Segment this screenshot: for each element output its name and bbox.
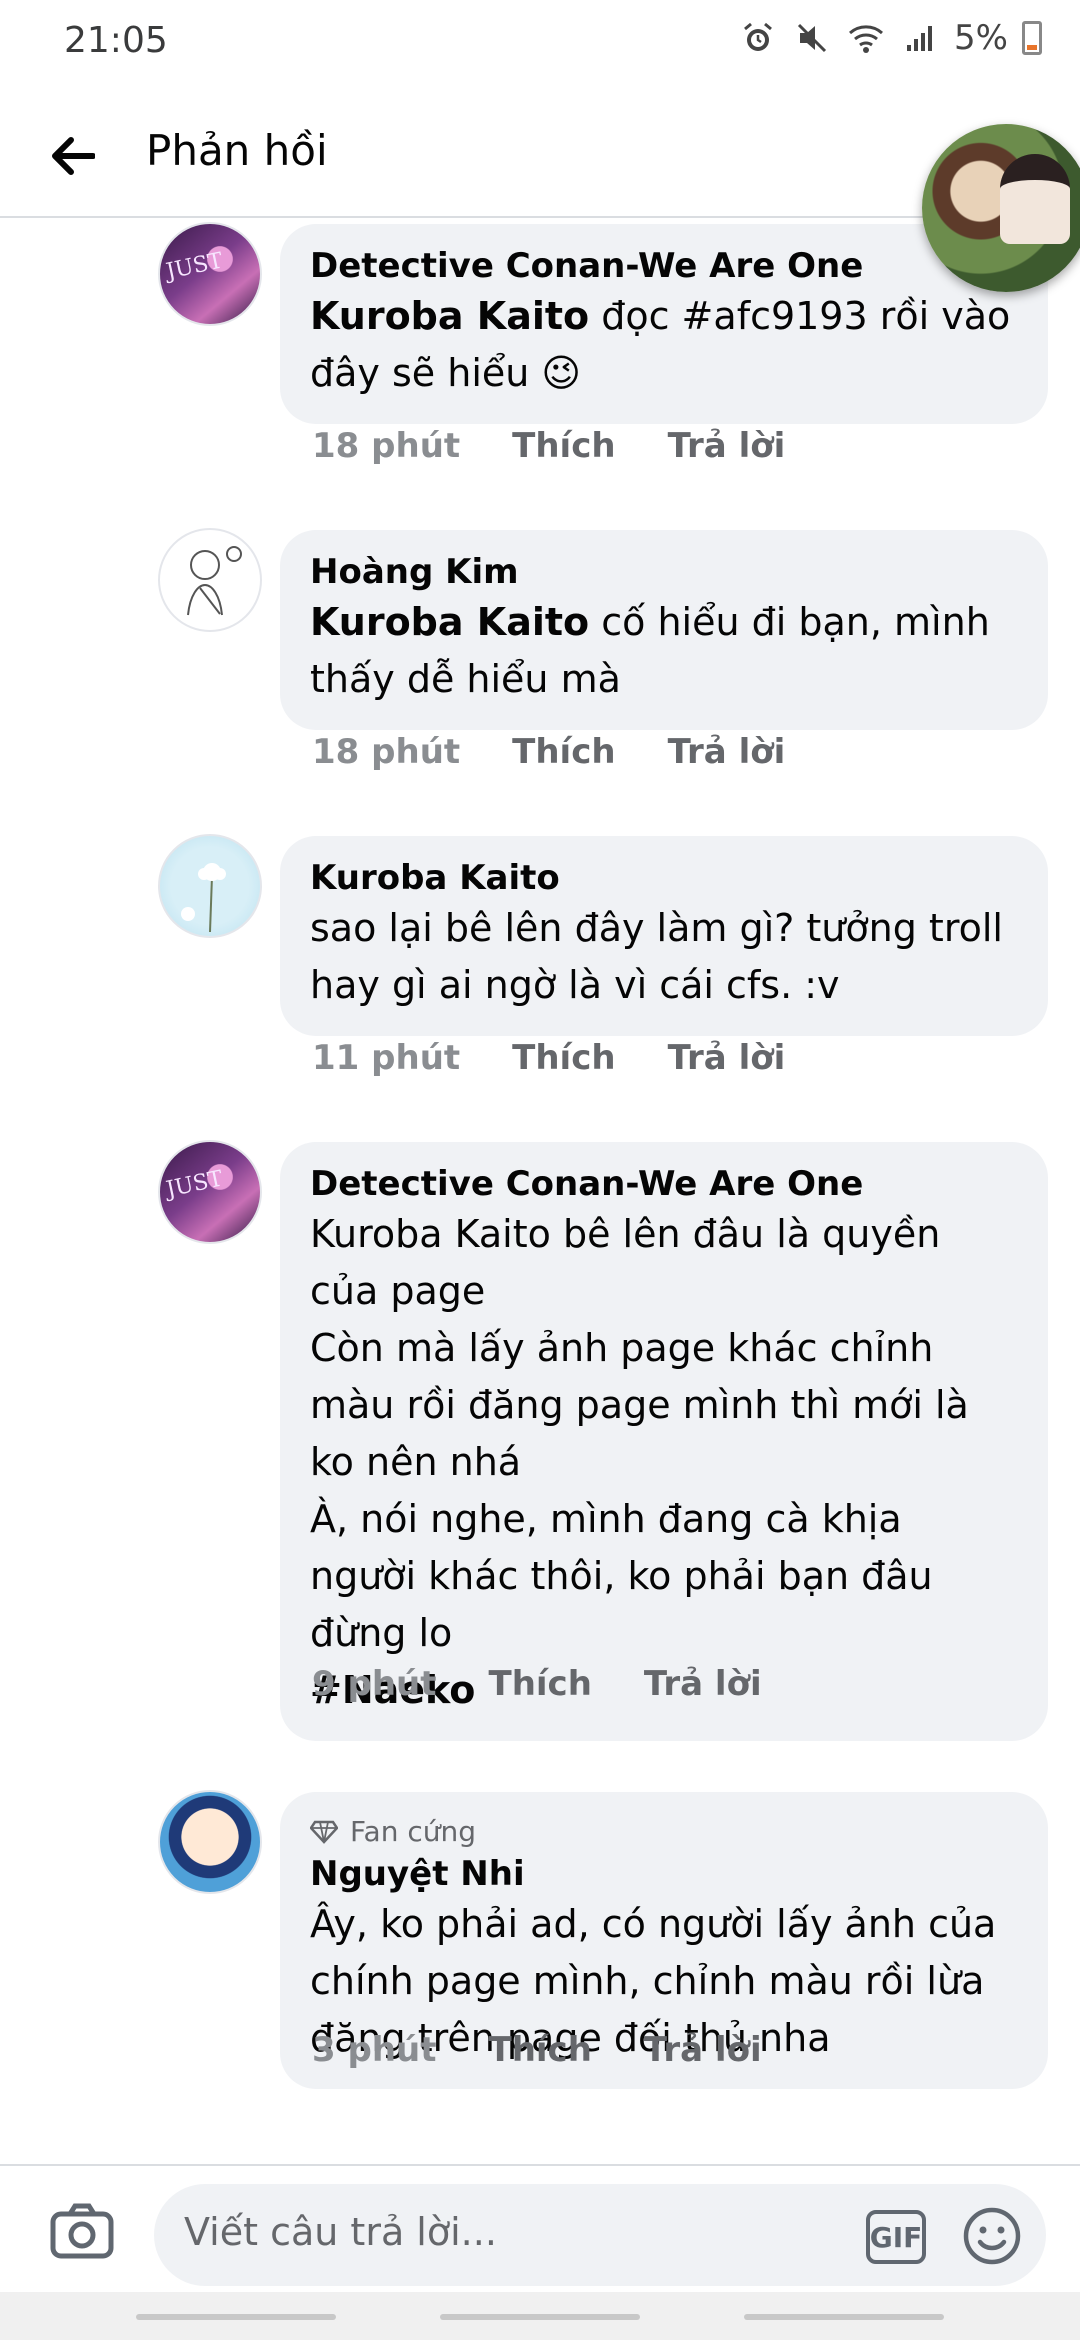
comment-text: sao lại bê lên đây làm gì? tưởng troll h…	[310, 906, 1003, 1007]
avatar-lettering: JUST	[164, 1166, 226, 1203]
comment-bubble[interactable]: Detective Conan-We Are One Kuroba Kaito …	[280, 224, 1048, 424]
like-button[interactable]: Thích	[512, 1038, 615, 1078]
avatar[interactable]	[158, 1790, 262, 1894]
comment-meta: 3 phút Thích Trả lời	[312, 2030, 762, 2070]
comment-time: 18 phút	[312, 426, 461, 466]
like-button[interactable]: Thích	[489, 1664, 592, 1704]
avatar[interactable]: JUST	[158, 222, 262, 326]
camera-icon	[50, 2203, 114, 2259]
emoji-button[interactable]	[962, 2206, 1022, 2266]
avatar[interactable]	[158, 528, 262, 632]
reply-composer: Viết câu trả lời... GIF	[0, 2164, 1080, 2292]
reply-input-placeholder: Viết câu trả lời...	[184, 2210, 497, 2254]
alarm-icon	[738, 18, 778, 58]
reply-button[interactable]: Trả lời	[668, 426, 786, 466]
comment-time: 18 phút	[312, 732, 461, 772]
back-button[interactable]	[40, 124, 104, 188]
nav-home-button[interactable]	[440, 2314, 640, 2320]
comment-meta: 11 phút Thích Trả lời	[312, 1038, 785, 1078]
comment-time: 9 phút	[312, 1664, 437, 1704]
like-button[interactable]: Thích	[512, 426, 615, 466]
signal-icon	[900, 18, 940, 58]
comment-bubble[interactable]: Detective Conan-We Are One Kuroba Kaito …	[280, 1142, 1048, 1741]
system-nav-bar	[0, 2292, 1080, 2340]
avatar[interactable]	[158, 834, 262, 938]
status-icons: 5%	[738, 18, 1042, 58]
reply-button[interactable]: Trả lời	[644, 2030, 762, 2070]
reply-button[interactable]: Trả lời	[644, 1664, 762, 1704]
comment-mention[interactable]: Kuroba Kaito	[310, 294, 589, 338]
reply-input[interactable]: Viết câu trả lời... GIF	[154, 2184, 1046, 2286]
comment-bubble[interactable]: Hoàng Kim Kuroba Kaito cố hiểu đi bạn, m…	[280, 530, 1048, 730]
comment-list[interactable]: JUST Detective Conan-We Are One Kuroba K…	[0, 218, 1080, 2158]
fan-badge: Fan cứng	[310, 1812, 1018, 1852]
comment-meta: 9 phút Thích Trả lời	[312, 1664, 762, 1704]
smiley-icon	[963, 2207, 1021, 2265]
reply-button[interactable]: Trả lời	[668, 732, 786, 772]
comment-author[interactable]: Detective Conan-We Are One	[310, 1162, 1018, 1206]
gif-button[interactable]: GIF	[866, 2210, 926, 2264]
page-title: Phản hồi	[146, 126, 328, 175]
fan-badge-label: Fan cứng	[350, 1815, 476, 1848]
drawing-avatar-icon	[187, 546, 242, 616]
comment-mention[interactable]: Kuroba Kaito	[310, 600, 589, 644]
wifi-icon	[846, 18, 886, 58]
status-bar: 21:05 5%	[0, 0, 1080, 86]
comment-author[interactable]: Hoàng Kim	[310, 550, 1018, 594]
flower-avatar-icon	[181, 863, 226, 933]
battery-icon	[1022, 21, 1042, 55]
avatar-lettering: JUST	[164, 248, 226, 285]
like-button[interactable]: Thích	[489, 2030, 592, 2070]
nav-recents-button[interactable]	[136, 2314, 336, 2320]
comment-text: Kuroba Kaito đọc #afc9193 rồi vào đây sẽ…	[310, 288, 1018, 402]
mute-icon	[792, 18, 832, 58]
comment-author[interactable]: Detective Conan-We Are One	[310, 244, 1018, 288]
header: Phản hồi	[0, 86, 1080, 292]
comment-meta: 18 phút Thích Trả lời	[312, 732, 785, 772]
comment-time: 11 phút	[312, 1038, 461, 1078]
comment-text: Kuroba Kaito bê lên đâu là quyền của pag…	[310, 1212, 969, 1655]
avatar[interactable]: JUST	[158, 1140, 262, 1244]
comment-text: Kuroba Kaito cố hiểu đi bạn, mình thấy d…	[310, 594, 1018, 708]
like-button[interactable]: Thích	[512, 732, 615, 772]
camera-button[interactable]	[50, 2202, 114, 2260]
arrow-left-icon	[52, 137, 95, 175]
status-time: 21:05	[64, 20, 168, 61]
reply-button[interactable]: Trả lời	[668, 1038, 786, 1078]
comment-author[interactable]: Nguyệt Nhi	[310, 1852, 1018, 1896]
comment-meta: 18 phút Thích Trả lời	[312, 426, 785, 466]
comment-bubble[interactable]: Kuroba Kaito sao lại bê lên đây làm gì? …	[280, 836, 1048, 1036]
comment-time: 3 phút	[312, 2030, 437, 2070]
chat-head-avatar[interactable]	[922, 124, 1080, 292]
comment-author[interactable]: Kuroba Kaito	[310, 856, 1018, 900]
nav-back-button[interactable]	[744, 2314, 944, 2320]
chat-head-figure	[1000, 154, 1070, 244]
diamond-icon	[310, 1820, 338, 1844]
battery-percent: 5%	[954, 18, 1008, 58]
